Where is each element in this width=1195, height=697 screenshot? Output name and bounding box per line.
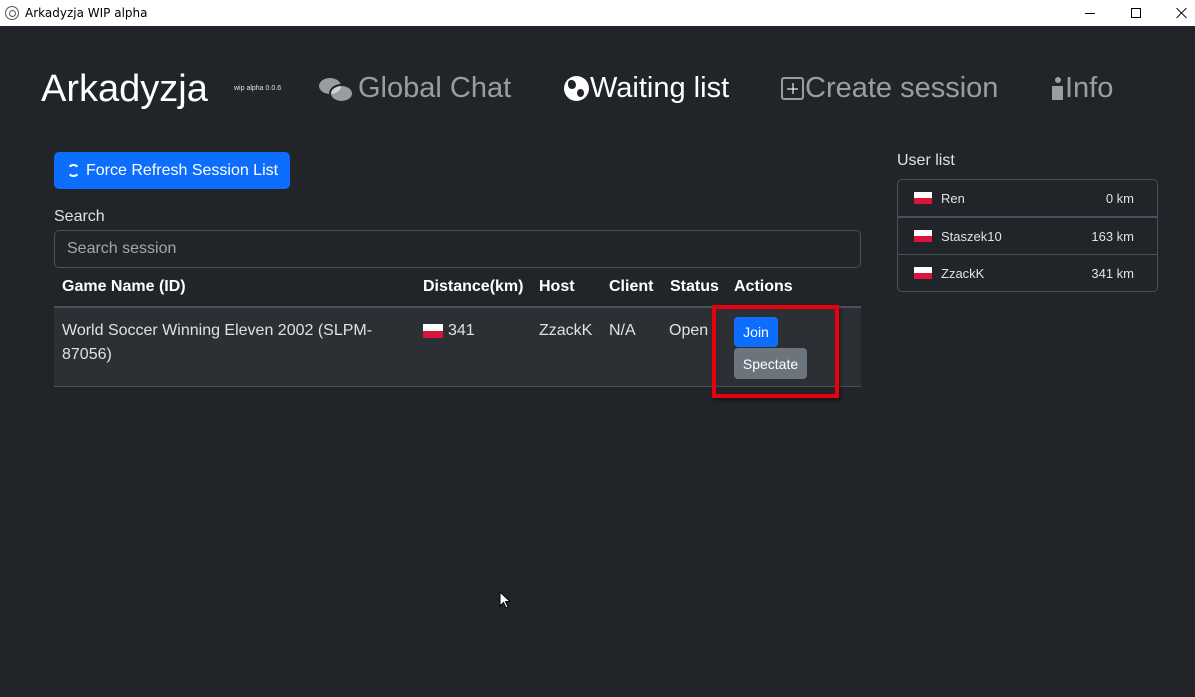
nav-waiting-list-label: Waiting list	[590, 72, 730, 104]
cell-distance: 341	[423, 319, 475, 343]
poland-flag-icon	[914, 230, 932, 242]
cell-distance-value: 341	[448, 322, 475, 339]
maximize-button[interactable]	[1113, 0, 1159, 26]
user-name: Staszek10	[941, 228, 1002, 244]
nav-info[interactable]: Info	[1052, 72, 1113, 105]
refresh-icon	[67, 164, 80, 177]
search-input[interactable]	[54, 230, 861, 268]
nav-info-label: Info	[1065, 72, 1114, 104]
col-header-actions: Actions	[734, 278, 793, 295]
maximize-icon	[1131, 8, 1141, 18]
col-header-distance: Distance(km)	[423, 278, 524, 295]
user-list-item[interactable]: Staszek10 163 km	[897, 217, 1158, 255]
user-distance: 163 km	[1091, 228, 1134, 244]
force-refresh-label: Force Refresh Session List	[86, 161, 279, 179]
nav-create-session-label: Create session	[805, 72, 999, 104]
mouse-cursor-icon	[499, 591, 511, 609]
close-icon	[1176, 7, 1188, 19]
col-header-game-name: Game Name (ID)	[62, 278, 186, 295]
cell-host: ZzackK	[539, 322, 593, 339]
version-label: wip alpha 0.0.6	[234, 85, 282, 92]
nav-global-chat[interactable]: Global Chat	[319, 72, 511, 105]
plus-square-icon	[781, 77, 804, 100]
user-list-item[interactable]: Ren 0 km	[897, 179, 1158, 217]
close-button[interactable]	[1159, 0, 1195, 26]
user-distance: 341 km	[1091, 265, 1134, 281]
search-label: Search	[54, 208, 105, 225]
info-icon	[1052, 76, 1064, 102]
user-list-title: User list	[897, 152, 955, 169]
cell-client: N/A	[609, 322, 636, 339]
user-name: ZzackK	[941, 265, 985, 281]
poland-flag-icon	[914, 267, 932, 279]
poland-flag-icon	[423, 324, 443, 338]
minimize-icon	[1085, 12, 1095, 14]
window-titlebar: Arkadyzja WIP alpha	[0, 0, 1195, 26]
cell-status: Open	[669, 322, 709, 339]
window-title: Arkadyzja WIP alpha	[25, 6, 148, 20]
chat-icon	[319, 77, 354, 103]
minimize-button[interactable]	[1067, 0, 1113, 26]
highlight-annotation	[712, 305, 839, 398]
brand-title[interactable]: Arkadyzja	[41, 68, 208, 111]
user-name: Ren	[941, 190, 965, 206]
app-icon	[5, 6, 19, 20]
force-refresh-button[interactable]: Force Refresh Session List	[54, 152, 290, 189]
col-header-host: Host	[539, 278, 575, 295]
cell-game-name: World Soccer Winning Eleven 2002 (SLPM-8…	[62, 322, 373, 363]
col-header-client: Client	[609, 278, 654, 295]
user-list-item[interactable]: ZzackK 341 km	[897, 254, 1158, 292]
poland-flag-icon	[914, 192, 932, 204]
nav-create-session[interactable]: Create session	[781, 72, 998, 105]
globe-icon	[564, 76, 589, 101]
nav-waiting-list[interactable]: Waiting list	[564, 72, 729, 105]
user-distance: 0 km	[1105, 190, 1134, 206]
col-header-status: Status	[670, 278, 719, 295]
nav-global-chat-label: Global Chat	[358, 72, 512, 104]
